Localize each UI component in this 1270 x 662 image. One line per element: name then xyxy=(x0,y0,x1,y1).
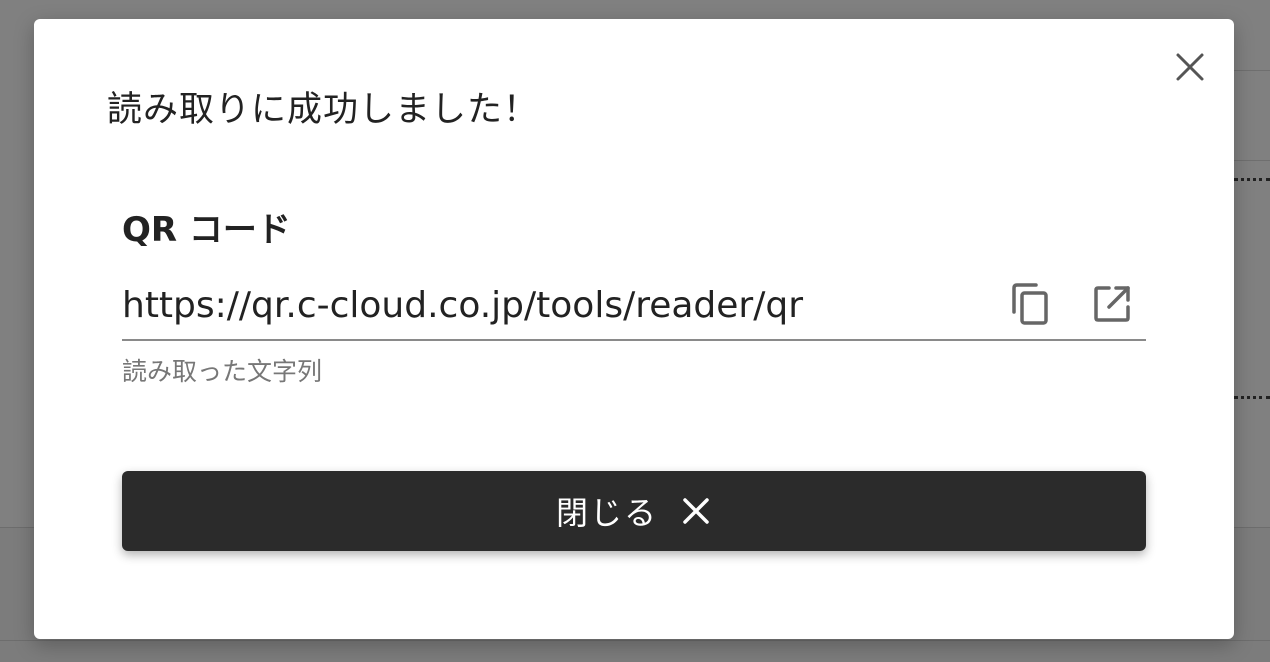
field-helper-text: 読み取った文字列 xyxy=(122,357,323,386)
close-button-label: 閉じる xyxy=(555,494,658,532)
close-button[interactable]: 閉じる xyxy=(122,471,1146,551)
background-dotted-line xyxy=(1234,178,1270,181)
open-in-new-icon xyxy=(1094,286,1130,322)
close-icon xyxy=(1176,53,1204,81)
copy-icon xyxy=(1012,283,1048,325)
background-dotted-line xyxy=(1234,396,1270,399)
background-divider xyxy=(0,640,1270,641)
close-icon xyxy=(680,495,712,527)
field-label: QR コード xyxy=(122,210,291,250)
copy-button[interactable] xyxy=(1007,281,1053,327)
result-dialog: 読み取りに成功しました！ QR コード 読み取った文字列 閉じる xyxy=(34,19,1234,639)
qr-result-input[interactable] xyxy=(122,277,982,333)
dialog-title: 読み取りに成功しました！ xyxy=(107,90,540,130)
open-in-new-button[interactable] xyxy=(1089,281,1135,327)
qr-result-field xyxy=(122,277,1146,341)
dialog-close-button[interactable] xyxy=(1170,47,1210,87)
